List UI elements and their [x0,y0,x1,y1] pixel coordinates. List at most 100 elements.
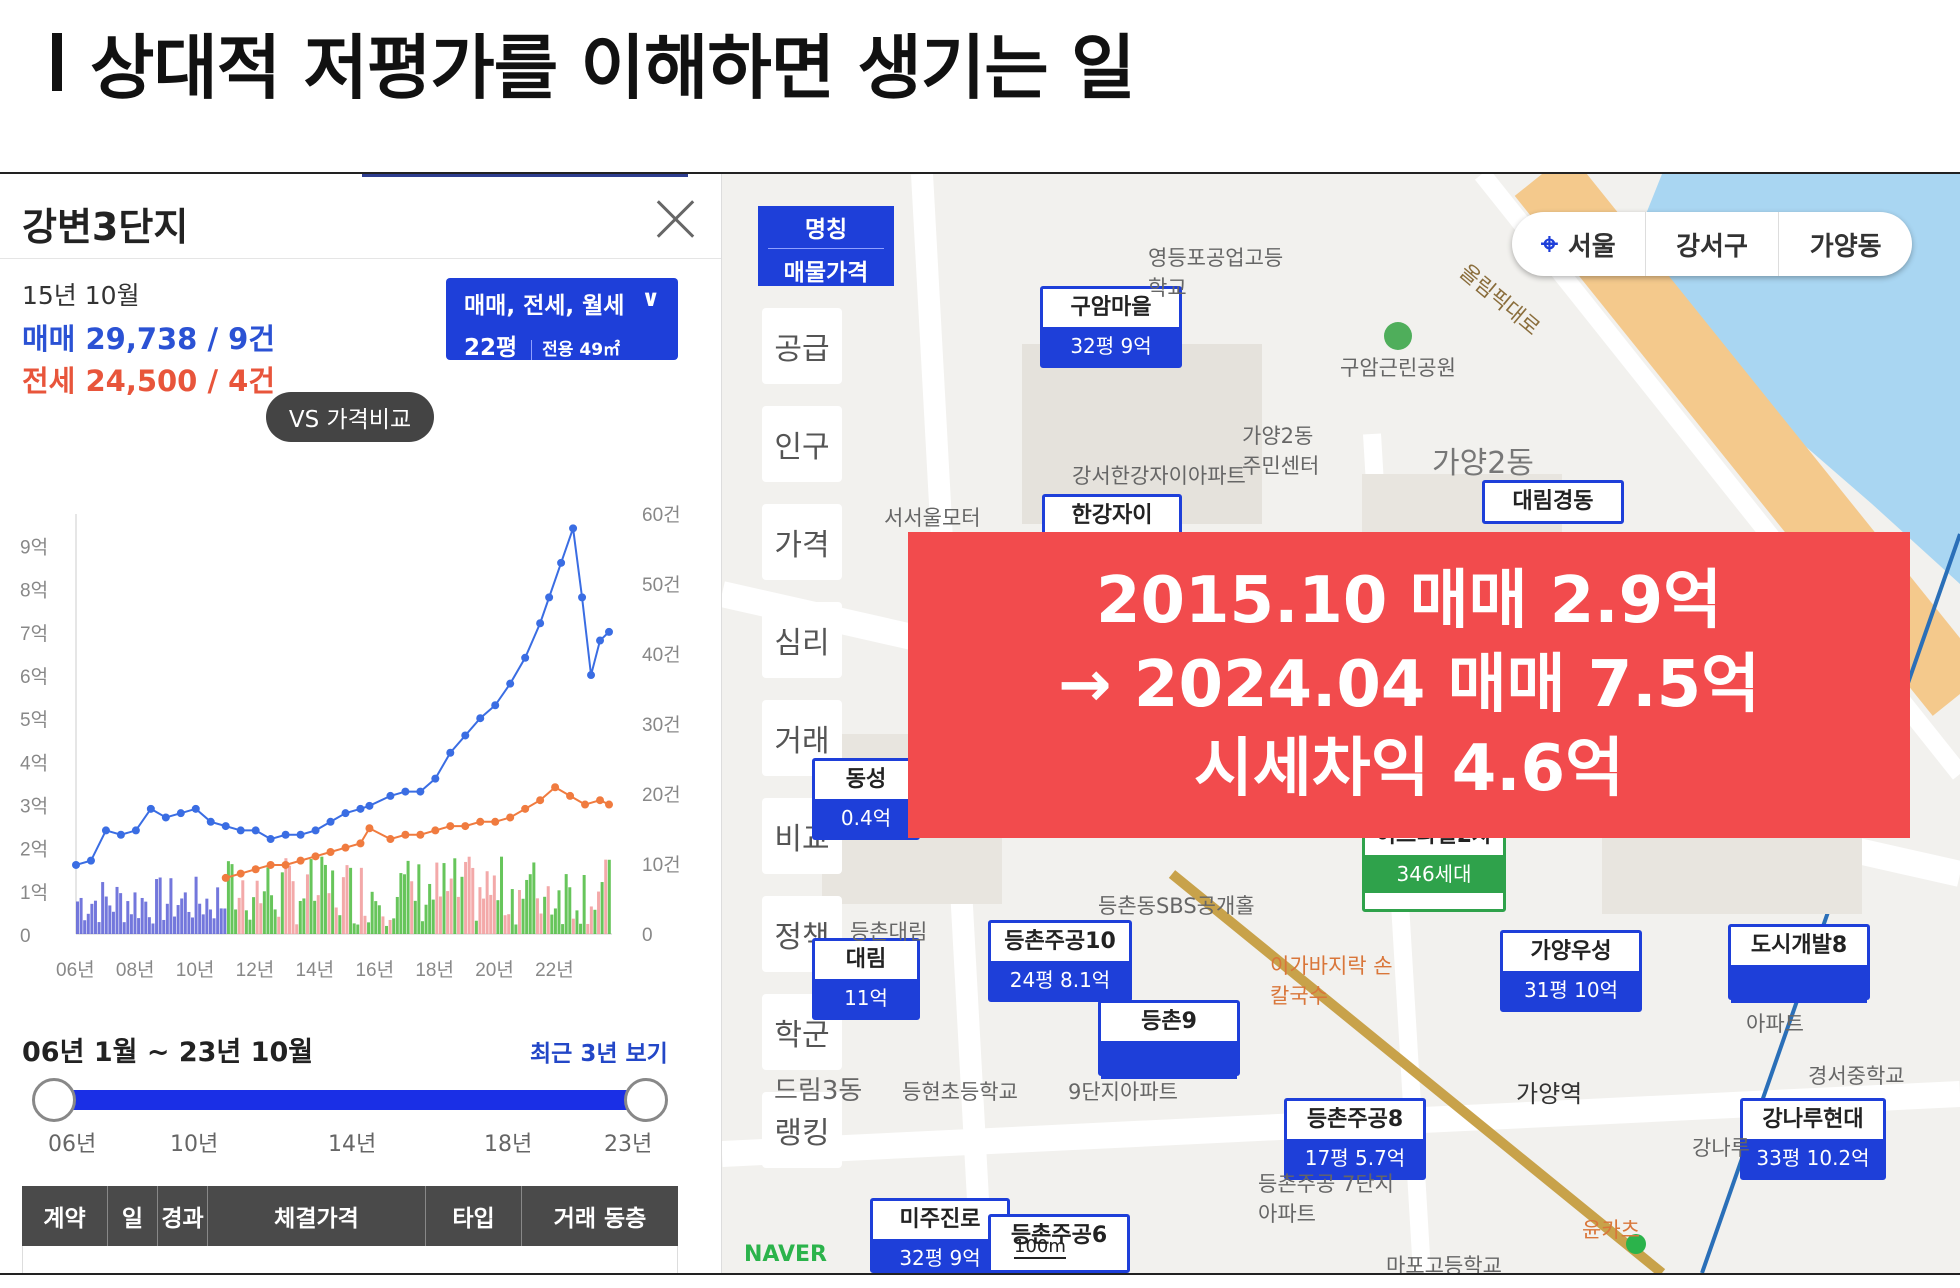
marker-gayang-woosung[interactable]: 가양우성 31평 10억 [1500,930,1642,1012]
marker-name: 등촌9 [1141,1009,1197,1034]
label-mapo-high: 마포고등학교 [1386,1254,1502,1273]
volume-bar [259,903,263,934]
volume-bar [111,911,115,934]
marker-hangang-xi[interactable]: 한강자이 [1042,494,1182,536]
recent-3y-link[interactable]: 최근 3년 보기 [530,1034,668,1068]
filter-size: 22평 [464,335,518,361]
table-row[interactable] [22,1246,678,1273]
volume-bar [212,918,216,934]
jeonse-point [566,791,575,800]
volume-bar [586,923,590,934]
x-tick-label: 22년 [535,959,574,981]
volume-bar [553,908,557,934]
volume-bar [453,858,457,934]
volume-bar [417,864,421,934]
sale-point [578,593,587,602]
filter-types: 매매, 전세, 월세 [464,293,625,319]
sale-point [569,524,578,533]
y-tick-label: 8억 [20,580,48,602]
tab-population[interactable]: 인구 [762,406,842,482]
label-apartment: 아파트 [1746,1012,1804,1036]
period-slider-track[interactable] [54,1090,646,1110]
volume-bar [532,862,536,934]
volume-bar [528,874,532,934]
volume-bar [155,879,159,934]
jeonse-point [365,824,374,833]
sale-point [146,804,155,813]
location-breadcrumb: ⌖ 서울 강서구 가양동 [1512,212,1912,276]
col-price[interactable]: 체결가격 [208,1186,426,1246]
volume-bar [234,909,238,934]
volume-bar [446,891,450,934]
y-tick-label: 5억 [20,709,48,731]
jeonse-point [386,835,395,844]
col-building-floor[interactable]: 거래 동층 [522,1186,678,1246]
callout-line-3: 시세차익 4.6억 [1193,732,1625,806]
volume-bar [449,878,453,934]
marker-price: 0.4억 [815,799,917,837]
marker-deungchon-9[interactable]: 등촌9 [1098,1000,1240,1079]
slider-tick: 06년 [48,1132,97,1157]
col-type[interactable]: 타입 [426,1186,522,1246]
slider-end-handle[interactable] [624,1078,668,1122]
marker-gangnaru-hyundai[interactable]: 강나루현대 33평 10.2억 [1740,1098,1886,1180]
label-9danji: 9단지아파트 [1068,1080,1178,1104]
slider-start-handle[interactable] [32,1078,76,1122]
marker-dosi-gaebal-8[interactable]: 도시개발8 [1728,924,1870,1003]
marker-display-toggle[interactable]: 명칭 매물가격 [758,206,894,286]
jeonse-point [596,796,605,805]
tab-sentiment[interactable]: 심리 [762,602,842,678]
marker-households: 346세대 [1365,855,1503,893]
toggle-price: 매물가격 [783,260,869,286]
y2-tick-label: 20건 [642,784,681,806]
sale-point [536,619,545,628]
volume-bar [144,901,148,934]
volume-bar [582,875,586,934]
col-day[interactable]: 일 [108,1186,158,1246]
marker-daelim[interactable]: 대림 11억 [812,938,920,1020]
sale-point [476,714,485,723]
sale-point [266,835,275,844]
trade-type-filter[interactable]: 매매, 전세, 월세 ∨ 22평 전용 49㎡ [446,278,678,361]
sale-point [221,822,230,831]
title-bar [52,33,62,91]
marker-dongsung[interactable]: 동성 0.4억 [812,758,920,840]
volume-bar [442,863,446,934]
filter-area: 전용 49㎡ [531,340,621,360]
sale-point [296,830,305,839]
sale-point [491,701,500,710]
marker-price: 31평 10억 [1503,971,1639,1009]
volume-bar [126,901,130,934]
volume-bar [101,882,105,934]
volume-bar [435,862,439,934]
col-elapsed[interactable]: 경과 [158,1186,208,1246]
location-district[interactable]: 강서구 [1644,212,1779,276]
jeonse-point [296,856,305,865]
volume-bar [140,897,144,934]
label-seoseoul-motel: 서서울모터 [884,506,981,530]
volume-bar [334,907,338,934]
tab-price[interactable]: 가격 [762,504,842,580]
volume-bar [280,872,284,934]
location-dong[interactable]: 가양동 [1778,212,1912,276]
complex-name: 강변3단지 [22,205,189,249]
volume-bar [568,887,572,934]
volume-bar [147,917,151,934]
close-icon[interactable] [650,194,700,244]
volume-bar [424,904,428,934]
marker-daelim-kyungdong[interactable]: 대림경동 [1482,480,1624,524]
location-city[interactable]: ⌖ 서울 [1512,212,1645,276]
col-contract[interactable]: 계약 [22,1186,108,1246]
label-sbs-hall: 등촌동SBS공개홀 [1098,894,1255,918]
label-gayang2dong: 가양2동 [1432,446,1534,481]
volume-bar [305,874,309,934]
volume-bar [349,867,353,934]
volume-bar [173,916,177,934]
tab-supply[interactable]: 공급 [762,308,842,384]
map-scale: 100m [1014,1236,1066,1259]
volume-bar [525,879,529,934]
volume-bar [489,894,493,934]
marker-deungchon-10[interactable]: 등촌주공10 24평 8.1억 [988,920,1132,1002]
naver-logo: NAVER [744,1242,827,1267]
volume-bar [485,871,489,934]
